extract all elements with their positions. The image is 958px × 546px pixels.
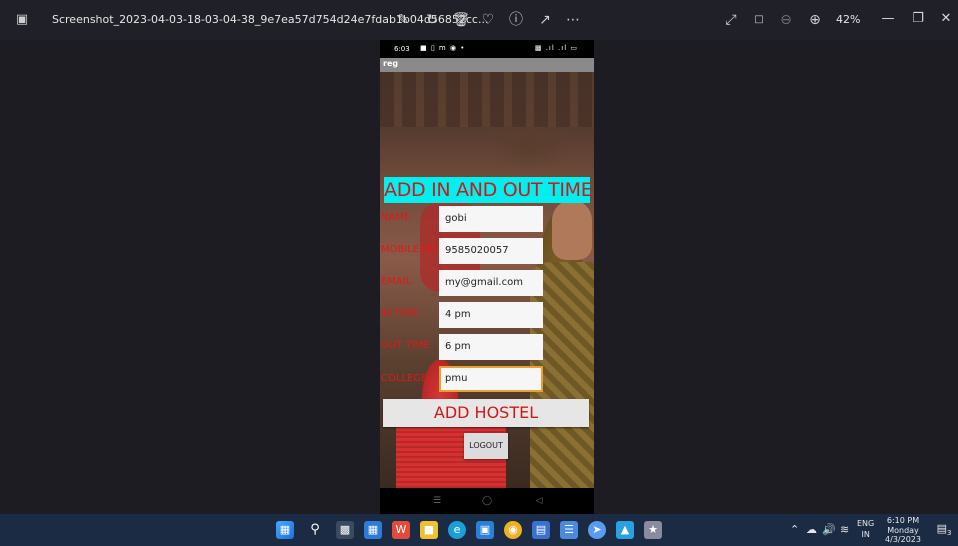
signal-battery-icons: ▩ .ıl .ıl ▭ [534, 44, 578, 52]
phone-screenshot: 6:03 ■ ▯ m ◉ • ▩ .ıl .ıl ▭ reg ADD IN AN… [380, 40, 594, 514]
minimize-icon[interactable]: — [874, 8, 902, 30]
volume-icon[interactable]: 🔊 [822, 523, 836, 536]
background-photo-figure [552, 200, 592, 260]
language-label: ENG [857, 519, 875, 528]
zoom-out-icon[interactable]: ⊖ [777, 11, 795, 29]
start-icon[interactable]: ▦ [276, 521, 294, 539]
college-field[interactable]: pmu [439, 366, 543, 392]
language-indicator[interactable]: ENG IN [857, 518, 874, 540]
viewer-title-bar: ▣ Screenshot_2023-04-03-18-03-04-38_9e7e… [0, 0, 958, 40]
expand-icon[interactable]: ⤢ [722, 11, 740, 29]
add-hostel-button[interactable]: ADD HOSTEL [383, 399, 589, 427]
mobile-label: MOBILE NO [381, 244, 438, 255]
college-label: COLLEGE [381, 373, 428, 384]
status-time: 6:03 [394, 45, 410, 53]
zoom-level[interactable]: 42% [836, 13, 860, 26]
android-nav-bar: ☰ ◯ ◁ [380, 488, 594, 514]
in-time-field[interactable]: 4 pm [439, 302, 543, 328]
action-bar-title: reg [383, 59, 399, 68]
system-clock[interactable]: 6:10 PM Monday 4/3/2023 [884, 516, 922, 545]
clock-date: 4/3/2023 [885, 535, 921, 544]
clock-day: Monday [887, 525, 919, 535]
file-explorer-icon[interactable]: ■ [420, 521, 438, 539]
back-icon[interactable]: ◁ [532, 494, 546, 508]
info-icon[interactable]: ⓘ [507, 11, 525, 29]
phone-status-bar: 6:03 ■ ▯ m ◉ • ▩ .ıl .ıl ▭ [380, 40, 594, 58]
email-label: EMAIL [381, 276, 412, 287]
notification-icons: ■ ▯ m ◉ • [420, 44, 466, 52]
heart-icon[interactable]: ♡ [479, 11, 497, 29]
chrome-icon[interactable]: ◉ [504, 521, 522, 539]
wps-office-icon[interactable]: W [392, 521, 410, 539]
telegram-icon[interactable]: ➤ [588, 521, 606, 539]
windows-taskbar: ▦ ⚲ ▩ ▦ W ■ e ▣ ◉ ▤ ☰ ➤ ▲ ★ ⌃ ☁ 🔊 ≋ ENG … [0, 514, 958, 546]
logout-button[interactable]: LOGOUT [464, 433, 508, 459]
in-time-label: IN TIME [381, 308, 419, 319]
app-icon[interactable]: ▤ [532, 521, 550, 539]
photos-icon[interactable]: ▲ [616, 521, 634, 539]
home-icon[interactable]: ◯ [480, 494, 494, 508]
chevron-up-icon[interactable]: ⌃ [790, 523, 799, 536]
app-action-bar: reg [380, 58, 594, 72]
more-icon[interactable]: ⋯ [564, 11, 582, 29]
task-view-icon[interactable]: ▩ [336, 521, 354, 539]
wifi-icon[interactable]: ≋ [840, 523, 849, 536]
share-icon[interactable]: ↗ [536, 11, 554, 29]
out-time-label: OUT TIME [381, 340, 430, 351]
email-field[interactable]: my@gmail.com [439, 270, 543, 296]
notepad-icon[interactable]: ☰ [560, 521, 578, 539]
out-time-field[interactable]: 6 pm [439, 334, 543, 360]
app-icon[interactable]: ★ [644, 521, 662, 539]
delete-icon[interactable]: 🗑 [452, 11, 470, 29]
widgets-icon[interactable]: ▦ [364, 521, 382, 539]
name-field[interactable]: gobi [439, 206, 543, 232]
background-photo [380, 72, 594, 127]
notification-count: 3 [946, 529, 952, 538]
edit-image-icon[interactable]: ✎ [394, 11, 412, 29]
close-icon[interactable]: ✕ [932, 8, 958, 30]
store-icon[interactable]: ▣ [476, 521, 494, 539]
photos-app-icon: ▣ [15, 12, 29, 27]
app-screen: ADD IN AND OUT TIME NAME gobi MOBILE NO … [380, 72, 594, 488]
mobile-field[interactable]: 9585020057 [439, 238, 543, 264]
name-label: NAME [381, 212, 411, 223]
zoom-in-icon[interactable]: ⊕ [806, 11, 824, 29]
form-heading: ADD IN AND OUT TIME [384, 177, 593, 203]
clock-time: 6:10 PM [886, 516, 920, 525]
region-label: IN [861, 530, 870, 539]
actual-size-icon[interactable]: □ [750, 11, 768, 29]
edge-icon[interactable]: e [448, 521, 466, 539]
cloud-icon[interactable]: ☁ [806, 523, 817, 536]
restore-icon[interactable]: ❐ [904, 8, 932, 30]
notification-center-icon[interactable]: ▤3 [936, 522, 952, 538]
search-icon[interactable]: ⚲ [306, 521, 324, 539]
recents-icon[interactable]: ☰ [430, 494, 444, 508]
rotate-icon[interactable]: ↻ [423, 11, 441, 29]
